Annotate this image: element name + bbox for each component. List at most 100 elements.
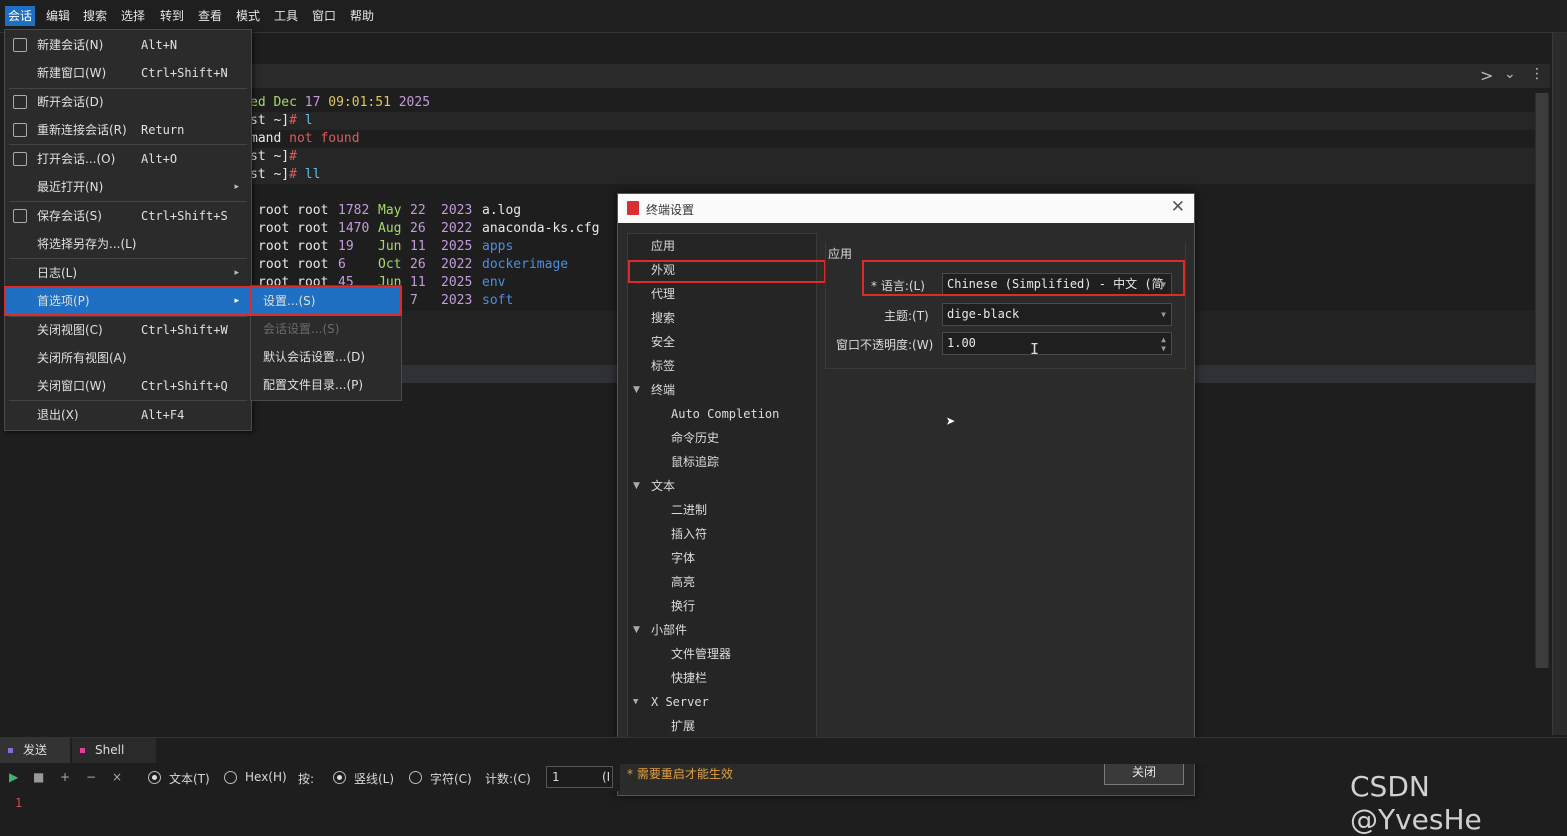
tree-item-quickbar[interactable]: 快捷栏 xyxy=(671,667,707,689)
mouse-pointer-icon: ➤ xyxy=(946,412,956,431)
menu-help[interactable]: 帮助 xyxy=(347,6,377,26)
opacity-spinbox[interactable]: 1.00 ▲ ▼ xyxy=(942,332,1172,355)
tree-item-widgets[interactable]: ▼ 小部件 xyxy=(633,619,687,641)
shell-tab-icon xyxy=(80,748,85,753)
menu-select[interactable]: 选择 xyxy=(118,6,148,26)
expand-arrow-icon[interactable]: ▼ xyxy=(633,691,638,713)
file-name: env xyxy=(482,275,506,290)
tree-item-search[interactable]: 搜索 xyxy=(651,307,675,329)
tree-item-terminal[interactable]: ▼ 终端 xyxy=(633,379,675,401)
menu-item-close-window[interactable]: 关闭窗口(W) Ctrl+Shift+Q xyxy=(5,372,251,400)
file-name: dockerimage xyxy=(482,257,569,272)
menu-window[interactable]: 窗口 xyxy=(309,6,339,26)
menu-edit[interactable]: 编辑 xyxy=(43,6,73,26)
highlight-appearance xyxy=(628,260,826,283)
send-toolbar: ▶ ■ + − × 文本(T) Hex(H) 按: 竖线(L) 字符(C) 计数… xyxy=(0,763,620,791)
tab-shell[interactable]: Shell xyxy=(72,738,156,764)
menu-item-save-session[interactable]: 保存会话(S) Ctrl+Shift+S xyxy=(5,202,251,230)
line-number: 1 xyxy=(15,796,23,810)
text-radio-label: 文本(T) xyxy=(169,772,210,786)
menu-item-new-session[interactable]: 新建会话(N) Alt+N xyxy=(5,31,251,59)
scrollbar-thumb[interactable] xyxy=(1536,93,1548,668)
tree-item-auto-completion[interactable]: Auto Completion xyxy=(671,403,779,425)
tree-item-proxy[interactable]: 代理 xyxy=(651,283,675,305)
remove-icon[interactable]: − xyxy=(86,770,96,784)
watermark: CSDN @YvesHe xyxy=(1350,770,1482,836)
menu-item-new-window[interactable]: 新建窗口(W) Ctrl+Shift+N xyxy=(5,59,251,87)
terminal-scrollbar[interactable] xyxy=(1535,93,1549,668)
bottom-tab-bar: 发送 Shell xyxy=(0,737,1567,764)
tab-send[interactable]: 发送 xyxy=(0,738,70,764)
file-mon: Jun xyxy=(378,239,402,254)
scroll-right-icon[interactable]: > xyxy=(1480,66,1493,85)
tree-item-binary[interactable]: 二进制 xyxy=(671,499,707,521)
menu-mode[interactable]: 模式 xyxy=(233,6,263,26)
tree-item-font[interactable]: 字体 xyxy=(671,547,695,569)
menu-item-open-session[interactable]: 打开会话...(O) Alt+O xyxy=(5,145,251,173)
menu-view[interactable]: 查看 xyxy=(195,6,225,26)
menu-item-recent[interactable]: 最近打开(N) ▸ xyxy=(5,173,251,201)
more-icon[interactable]: ⋮ xyxy=(1530,66,1544,82)
submenu-item-settings[interactable]: 设置...(S) xyxy=(250,286,402,316)
terminal-line: st ~]# ll xyxy=(250,167,321,182)
submenu-item-profile-dir[interactable]: 配置文件目录...(P) xyxy=(251,371,401,399)
tree-item-caret[interactable]: 插入符 xyxy=(671,523,707,545)
submenu-item-default-session-settings[interactable]: 默认会话设置...(D) xyxy=(251,343,401,371)
file-mon: May xyxy=(378,203,402,218)
add-icon[interactable]: + xyxy=(60,770,70,784)
spin-down-icon[interactable]: ▼ xyxy=(1161,338,1166,354)
stop-icon[interactable]: ■ xyxy=(33,770,44,784)
tree-item-mouse-tracking[interactable]: 鼠标追踪 xyxy=(671,451,719,473)
tree-item-text[interactable]: ▼ 文本 xyxy=(633,475,675,497)
tree-item-xserver[interactable]: ▼ X Server xyxy=(633,691,709,713)
tree-item-wrap[interactable]: 换行 xyxy=(671,595,695,617)
preferences-submenu: 设置...(S) 会话设置...(S) 默认会话设置...(D) 配置文件目录.… xyxy=(250,285,402,401)
file-year: 2023 xyxy=(441,293,473,308)
file-size: 1470 xyxy=(338,221,370,236)
file-day: 11 xyxy=(410,239,426,254)
text-radio[interactable] xyxy=(148,771,161,784)
menu-goto[interactable]: 转到 xyxy=(157,6,187,26)
tree-item-history[interactable]: 命令历史 xyxy=(671,427,719,449)
menu-item-log[interactable]: 日志(L) ▸ xyxy=(5,259,251,287)
file-day: 11 xyxy=(410,275,426,290)
file-size: 6 xyxy=(338,257,346,272)
tree-item-app[interactable]: 应用 xyxy=(651,235,675,257)
reconnect-icon xyxy=(13,123,27,137)
tree-item-security[interactable]: 安全 xyxy=(651,331,675,353)
restart-note: * 需要重启才能生效 xyxy=(627,767,733,781)
hex-radio[interactable] xyxy=(224,771,237,784)
file-size: 19 xyxy=(338,239,354,254)
tree-item-tabs[interactable]: 标签 xyxy=(651,355,675,377)
dropdown-arrow-icon: ▼ xyxy=(1161,310,1166,319)
menu-item-exit[interactable]: 退出(X) Alt+F4 xyxy=(5,401,251,429)
submenu-arrow-icon: ▸ xyxy=(234,182,239,192)
file-day: 22 xyxy=(410,203,426,218)
line-radio-label: 竖线(L) xyxy=(354,772,395,786)
theme-select[interactable]: dige-black ▼ xyxy=(942,303,1172,326)
tree-item-file-manager[interactable]: 文件管理器 xyxy=(671,643,731,665)
tree-item-highlight[interactable]: 高亮 xyxy=(671,571,695,593)
expand-arrow-icon[interactable]: ▼ xyxy=(633,619,640,641)
play-icon[interactable]: ▶ xyxy=(9,770,18,784)
chevron-down-icon[interactable]: ⌄ xyxy=(1504,66,1516,82)
line-radio[interactable] xyxy=(333,771,346,784)
tree-item-extensions[interactable]: 扩展 xyxy=(671,715,695,737)
menu-item-close-all-views[interactable]: 关闭所有视图(A) xyxy=(5,344,251,372)
terminal-tab-strip xyxy=(250,64,1550,88)
char-radio[interactable] xyxy=(409,771,422,784)
count-label: 计数:(C) xyxy=(485,772,531,786)
clear-icon[interactable]: × xyxy=(112,770,122,784)
menu-search[interactable]: 搜索 xyxy=(80,6,110,26)
menu-item-preferences[interactable]: 首选项(P) ▸ xyxy=(4,286,252,316)
expand-arrow-icon[interactable]: ▼ xyxy=(633,379,640,401)
menu-tools[interactable]: 工具 xyxy=(271,6,301,26)
menu-item-close-view[interactable]: 关闭视图(C) Ctrl+Shift+W xyxy=(5,316,251,344)
expand-arrow-icon[interactable]: ▼ xyxy=(633,475,640,497)
menu-item-save-selection[interactable]: 将选择另存为...(L) xyxy=(5,230,251,258)
file-year: 2022 xyxy=(441,221,473,236)
menu-session[interactable]: 会话 xyxy=(5,6,36,26)
menu-item-reconnect[interactable]: 重新连接会话(R) Return xyxy=(5,116,251,144)
close-icon[interactable]: ✕ xyxy=(1171,197,1185,217)
menu-item-disconnect[interactable]: 断开会话(D) xyxy=(5,88,251,116)
